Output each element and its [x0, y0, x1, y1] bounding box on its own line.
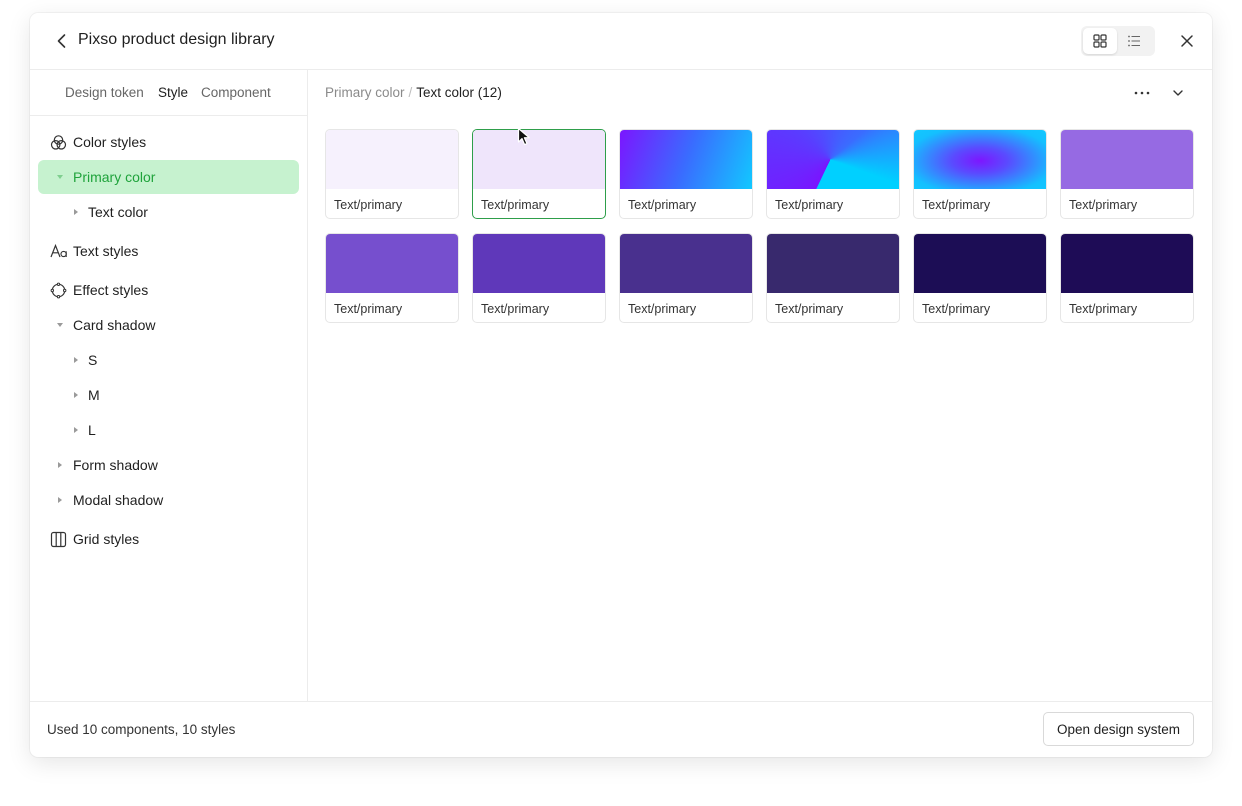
- sidebar-item-form-shadow[interactable]: Form shadow: [38, 448, 299, 482]
- color-style-label: Text/primary: [334, 198, 403, 212]
- sidebar-item-effect-styles[interactable]: Effect styles: [38, 273, 299, 307]
- grid-view-icon: [1093, 34, 1107, 48]
- color-style-label: Text/primary: [1069, 302, 1138, 316]
- color-swatch: [473, 130, 605, 189]
- breadcrumb-current: Text color (12): [416, 85, 502, 100]
- color-style-card[interactable]: Text/primary: [472, 233, 606, 323]
- open-design-system-button[interactable]: Open design system: [1043, 712, 1194, 746]
- color-style-label: Text/primary: [481, 302, 550, 316]
- color-swatch: [1061, 130, 1193, 189]
- color-style-card[interactable]: Text/primary: [325, 129, 459, 219]
- color-style-label: Text/primary: [334, 302, 403, 316]
- color-style-card[interactable]: Text/primary: [913, 233, 1047, 323]
- chevron-right-icon[interactable]: [58, 497, 62, 503]
- color-swatch: [914, 130, 1046, 189]
- sidebar-item-label: Effect styles: [73, 282, 149, 298]
- breadcrumb: Primary color / Text color (12): [325, 85, 502, 100]
- chevron-down-icon[interactable]: [57, 175, 63, 179]
- close-icon[interactable]: [1178, 32, 1196, 50]
- color-style-label: Text/primary: [775, 302, 844, 316]
- breadcrumb-parent[interactable]: Primary color: [325, 85, 405, 100]
- back-arrow-icon[interactable]: [52, 31, 72, 51]
- main-panel: Primary color / Text color (12) Text/prima…: [308, 70, 1212, 701]
- color-style-label: Text/primary: [628, 198, 697, 212]
- color-swatch: [326, 234, 458, 293]
- sidebar-item-primary-color[interactable]: Primary color: [38, 160, 299, 194]
- dialog-footer: Used 10 components, 10 styles Open desig…: [30, 701, 1212, 757]
- sidebar: Design token Style Component Color style…: [30, 70, 308, 701]
- sidebar-item-card-shadow[interactable]: Card shadow: [38, 308, 299, 342]
- tab-component[interactable]: Component: [201, 85, 271, 100]
- sidebar-item-label: Primary color: [73, 169, 156, 185]
- color-style-card[interactable]: Text/primary: [766, 129, 900, 219]
- color-swatch: [914, 234, 1046, 293]
- usage-status-text: Used 10 components, 10 styles: [47, 722, 236, 737]
- sidebar-item-grid-styles[interactable]: Grid styles: [38, 522, 299, 556]
- sidebar-item-label: Form shadow: [73, 457, 158, 473]
- breadcrumb-separator: /: [408, 85, 413, 100]
- tab-design-token[interactable]: Design token: [65, 85, 144, 100]
- text-styles-icon: [50, 243, 67, 257]
- color-style-card[interactable]: Text/primary: [619, 129, 753, 219]
- color-style-card[interactable]: Text/primary: [325, 233, 459, 323]
- chevron-down-icon[interactable]: [57, 323, 63, 327]
- list-view-icon: [1128, 35, 1140, 47]
- color-swatch: [1061, 234, 1193, 293]
- sidebar-item-modal-shadow[interactable]: Modal shadow: [38, 483, 299, 517]
- color-style-label: Text/primary: [922, 198, 991, 212]
- list-view-button[interactable]: [1117, 28, 1151, 54]
- color-style-label: Text/primary: [922, 302, 991, 316]
- grid-styles-icon: [50, 531, 67, 547]
- color-swatch: [767, 130, 899, 189]
- sidebar-item-label: L: [88, 422, 96, 438]
- grid-view-button[interactable]: [1083, 28, 1117, 54]
- color-swatch: [620, 234, 752, 293]
- sidebar-item-text-styles[interactable]: Text styles: [38, 234, 299, 268]
- color-swatch: [620, 130, 752, 189]
- chevron-right-icon[interactable]: [74, 427, 78, 433]
- chevron-right-icon[interactable]: [58, 462, 62, 468]
- sidebar-item-label: Modal shadow: [73, 492, 164, 508]
- sidebar-item-m[interactable]: M: [38, 378, 299, 412]
- sidebar-item-l[interactable]: L: [38, 413, 299, 447]
- color-style-card[interactable]: Text/primary: [619, 233, 753, 323]
- color-swatch: [767, 234, 899, 293]
- view-mode-toggle: [1081, 26, 1155, 56]
- color-style-label: Text/primary: [628, 302, 697, 316]
- color-style-card[interactable]: Text/primary: [1060, 129, 1194, 219]
- tab-style[interactable]: Style: [158, 85, 188, 100]
- color-styles-icon: [50, 134, 67, 150]
- sidebar-item-label: S: [88, 352, 98, 368]
- color-style-label: Text/primary: [775, 198, 844, 212]
- color-style-card[interactable]: Text/primary: [1060, 233, 1194, 323]
- library-dialog: Pixso product design library Design toke…: [30, 13, 1212, 757]
- color-swatch: [326, 130, 458, 189]
- effect-styles-icon: [50, 282, 67, 298]
- color-style-card[interactable]: Text/primary: [913, 129, 1047, 219]
- sidebar-item-label: M: [88, 387, 100, 403]
- sidebar-item-label: Card shadow: [73, 317, 156, 333]
- sidebar-item-label: Text styles: [73, 243, 139, 259]
- sidebar-item-label: Text color: [88, 204, 148, 220]
- sidebar-item-text-color[interactable]: Text color: [38, 195, 299, 229]
- chevron-right-icon[interactable]: [74, 357, 78, 363]
- sidebar-item-label: Grid styles: [73, 531, 140, 547]
- sidebar-item-color-styles[interactable]: Color styles: [38, 125, 299, 159]
- color-swatch: [473, 234, 605, 293]
- sidebar-item-label: Color styles: [73, 134, 147, 150]
- color-style-card[interactable]: Text/primary: [472, 129, 606, 219]
- color-style-label: Text/primary: [481, 198, 550, 212]
- chevron-right-icon[interactable]: [74, 209, 78, 215]
- color-style-card[interactable]: Text/primary: [766, 233, 900, 323]
- chevron-right-icon[interactable]: [74, 392, 78, 398]
- sidebar-tabs: Design token Style Component: [30, 70, 307, 116]
- page-title: Pixso product design library: [78, 31, 275, 48]
- chevron-down-icon[interactable]: [1170, 85, 1186, 101]
- more-options-icon[interactable]: [1131, 84, 1153, 102]
- color-style-label: Text/primary: [1069, 198, 1138, 212]
- dialog-header: Pixso product design library: [30, 13, 1212, 70]
- sidebar-item-s[interactable]: S: [38, 343, 299, 377]
